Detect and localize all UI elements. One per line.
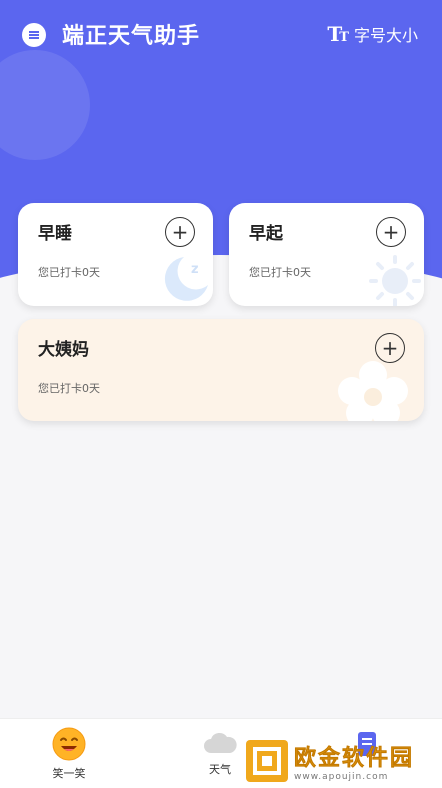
card-wake-early[interactable]: 早起 + 您已打卡0天 [229,203,424,306]
card-sleep-early[interactable]: 早睡 + 您已打卡0天 z [18,203,213,306]
card-title: 早睡 [38,224,72,244]
sun-icon [369,255,421,306]
top-bar: 端正天气助手 TT 字号大小 [0,0,442,70]
watermark-text: 欧金软件园 [294,746,415,772]
watermark: 欧金软件园 www.apoujin.com [246,740,414,782]
cloud-icon [204,732,237,753]
menu-icon[interactable] [22,23,46,47]
moon-icon: z [164,257,208,301]
card-subtitle: 您已打卡0天 [38,266,100,279]
add-icon[interactable]: + [165,217,195,247]
smile-icon [52,727,86,761]
tab-label: 笑一笑 [52,767,86,780]
tab-weather[interactable]: 天气 [203,727,237,777]
svg-text:z: z [191,262,199,277]
card-subtitle: 您已打卡0天 [38,382,100,395]
tab-label: 天气 [209,763,231,776]
flower-icon [338,361,408,421]
card-title: 大姨妈 [38,340,89,360]
card-subtitle: 您已打卡0天 [249,266,311,279]
font-size-icon: TT [327,22,348,46]
font-size-button[interactable]: TT 字号大小 [327,22,418,46]
watermark-logo [246,740,288,782]
add-icon[interactable]: + [376,217,406,247]
tab-smile[interactable]: 笑一笑 [52,727,86,781]
card-title: 早起 [249,224,283,244]
app-title: 端正天气助手 [62,24,201,49]
font-size-label: 字号大小 [353,26,418,45]
card-period[interactable]: 大姨妈 + 您已打卡0天 [18,319,424,421]
watermark-url: www.apoujin.com [294,772,389,782]
